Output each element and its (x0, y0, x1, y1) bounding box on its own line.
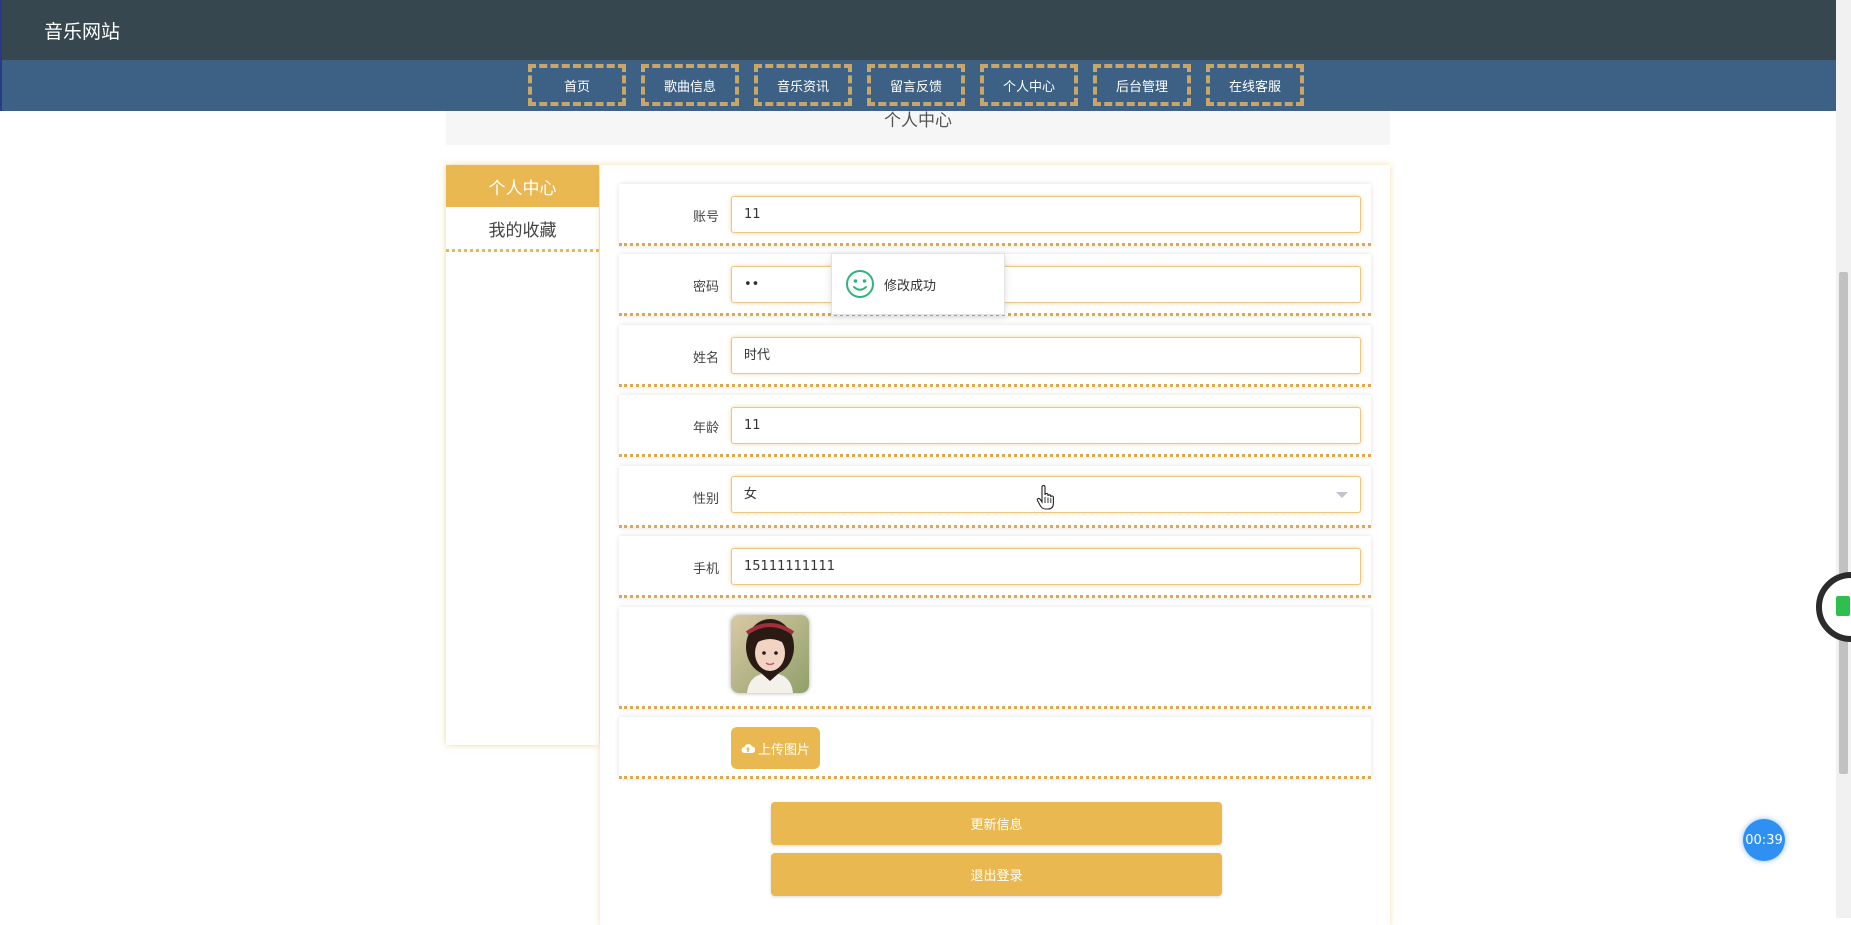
gender-value: 女 (744, 487, 758, 502)
nav-item-profile[interactable]: 个人中心 (980, 64, 1078, 106)
floating-widget[interactable] (1816, 572, 1851, 642)
success-toast: 修改成功 (831, 253, 1005, 315)
form-row-age: 年龄 11 (619, 395, 1371, 457)
chevron-down-icon (1336, 492, 1348, 498)
form-row-upload: 上传图片 (619, 717, 1371, 779)
phone-input[interactable]: 15111111111 (731, 548, 1361, 585)
nav-item-songs[interactable]: 歌曲信息 (641, 64, 739, 106)
smile-icon (846, 270, 874, 298)
logout-button[interactable]: 退出登录 (771, 853, 1222, 896)
top-header: 音乐网站 (0, 0, 1838, 60)
update-info-button[interactable]: 更新信息 (771, 802, 1222, 845)
sidebar-item-favorites[interactable]: 我的收藏 (446, 207, 599, 252)
form-row-account: 账号 11 (619, 184, 1371, 246)
nav-item-home[interactable]: 首页 (528, 64, 626, 106)
nav-item-news[interactable]: 音乐资讯 (754, 64, 852, 106)
name-label: 姓名 (692, 351, 719, 366)
form-row-gender: 性别 女 (619, 466, 1371, 528)
cloud-upload-icon (741, 744, 755, 753)
age-label: 年龄 (692, 421, 719, 436)
nav-item-support[interactable]: 在线客服 (1206, 64, 1304, 106)
avatar-photo (731, 615, 809, 693)
account-label: 账号 (692, 210, 719, 225)
nav-item-feedback[interactable]: 留言反馈 (867, 64, 965, 106)
password-label: 密码 (692, 280, 719, 295)
account-input[interactable]: 11 (731, 196, 1361, 233)
site-title[interactable]: 音乐网站 (44, 17, 120, 44)
age-input[interactable]: 11 (731, 407, 1361, 444)
form-row-avatar (619, 607, 1371, 709)
nav-item-admin[interactable]: 后台管理 (1093, 64, 1191, 106)
form-row-phone: 手机 15111111111 (619, 536, 1371, 598)
upload-image-label: 上传图片 (757, 742, 810, 758)
toast-message: 修改成功 (884, 278, 937, 294)
form-row-name: 姓名 时代 (619, 325, 1371, 387)
name-input[interactable]: 时代 (731, 337, 1361, 374)
hand-pointer-icon (1036, 485, 1054, 510)
sidebar-item-profile[interactable]: 个人中心 (446, 165, 599, 207)
phone-label: 手机 (692, 562, 719, 577)
avatar (731, 615, 809, 693)
nav-list: 首页 歌曲信息 音乐资讯 留言反馈 个人中心 后台管理 在线客服 (528, 64, 1319, 106)
gender-label: 性别 (692, 492, 719, 507)
page-title: 个人中心 (446, 111, 1390, 145)
widget-icon (1836, 596, 1850, 616)
side-menu: 个人中心 我的收藏 (446, 165, 599, 745)
main-nav: 首页 歌曲信息 音乐资讯 留言反馈 个人中心 后台管理 在线客服 (0, 60, 1838, 111)
password-input[interactable]: •• (731, 266, 1361, 303)
upload-image-button[interactable]: 上传图片 (731, 727, 820, 769)
timer-badge: 00:39 (1743, 819, 1785, 861)
scrollbar-thumb[interactable] (1839, 272, 1848, 774)
